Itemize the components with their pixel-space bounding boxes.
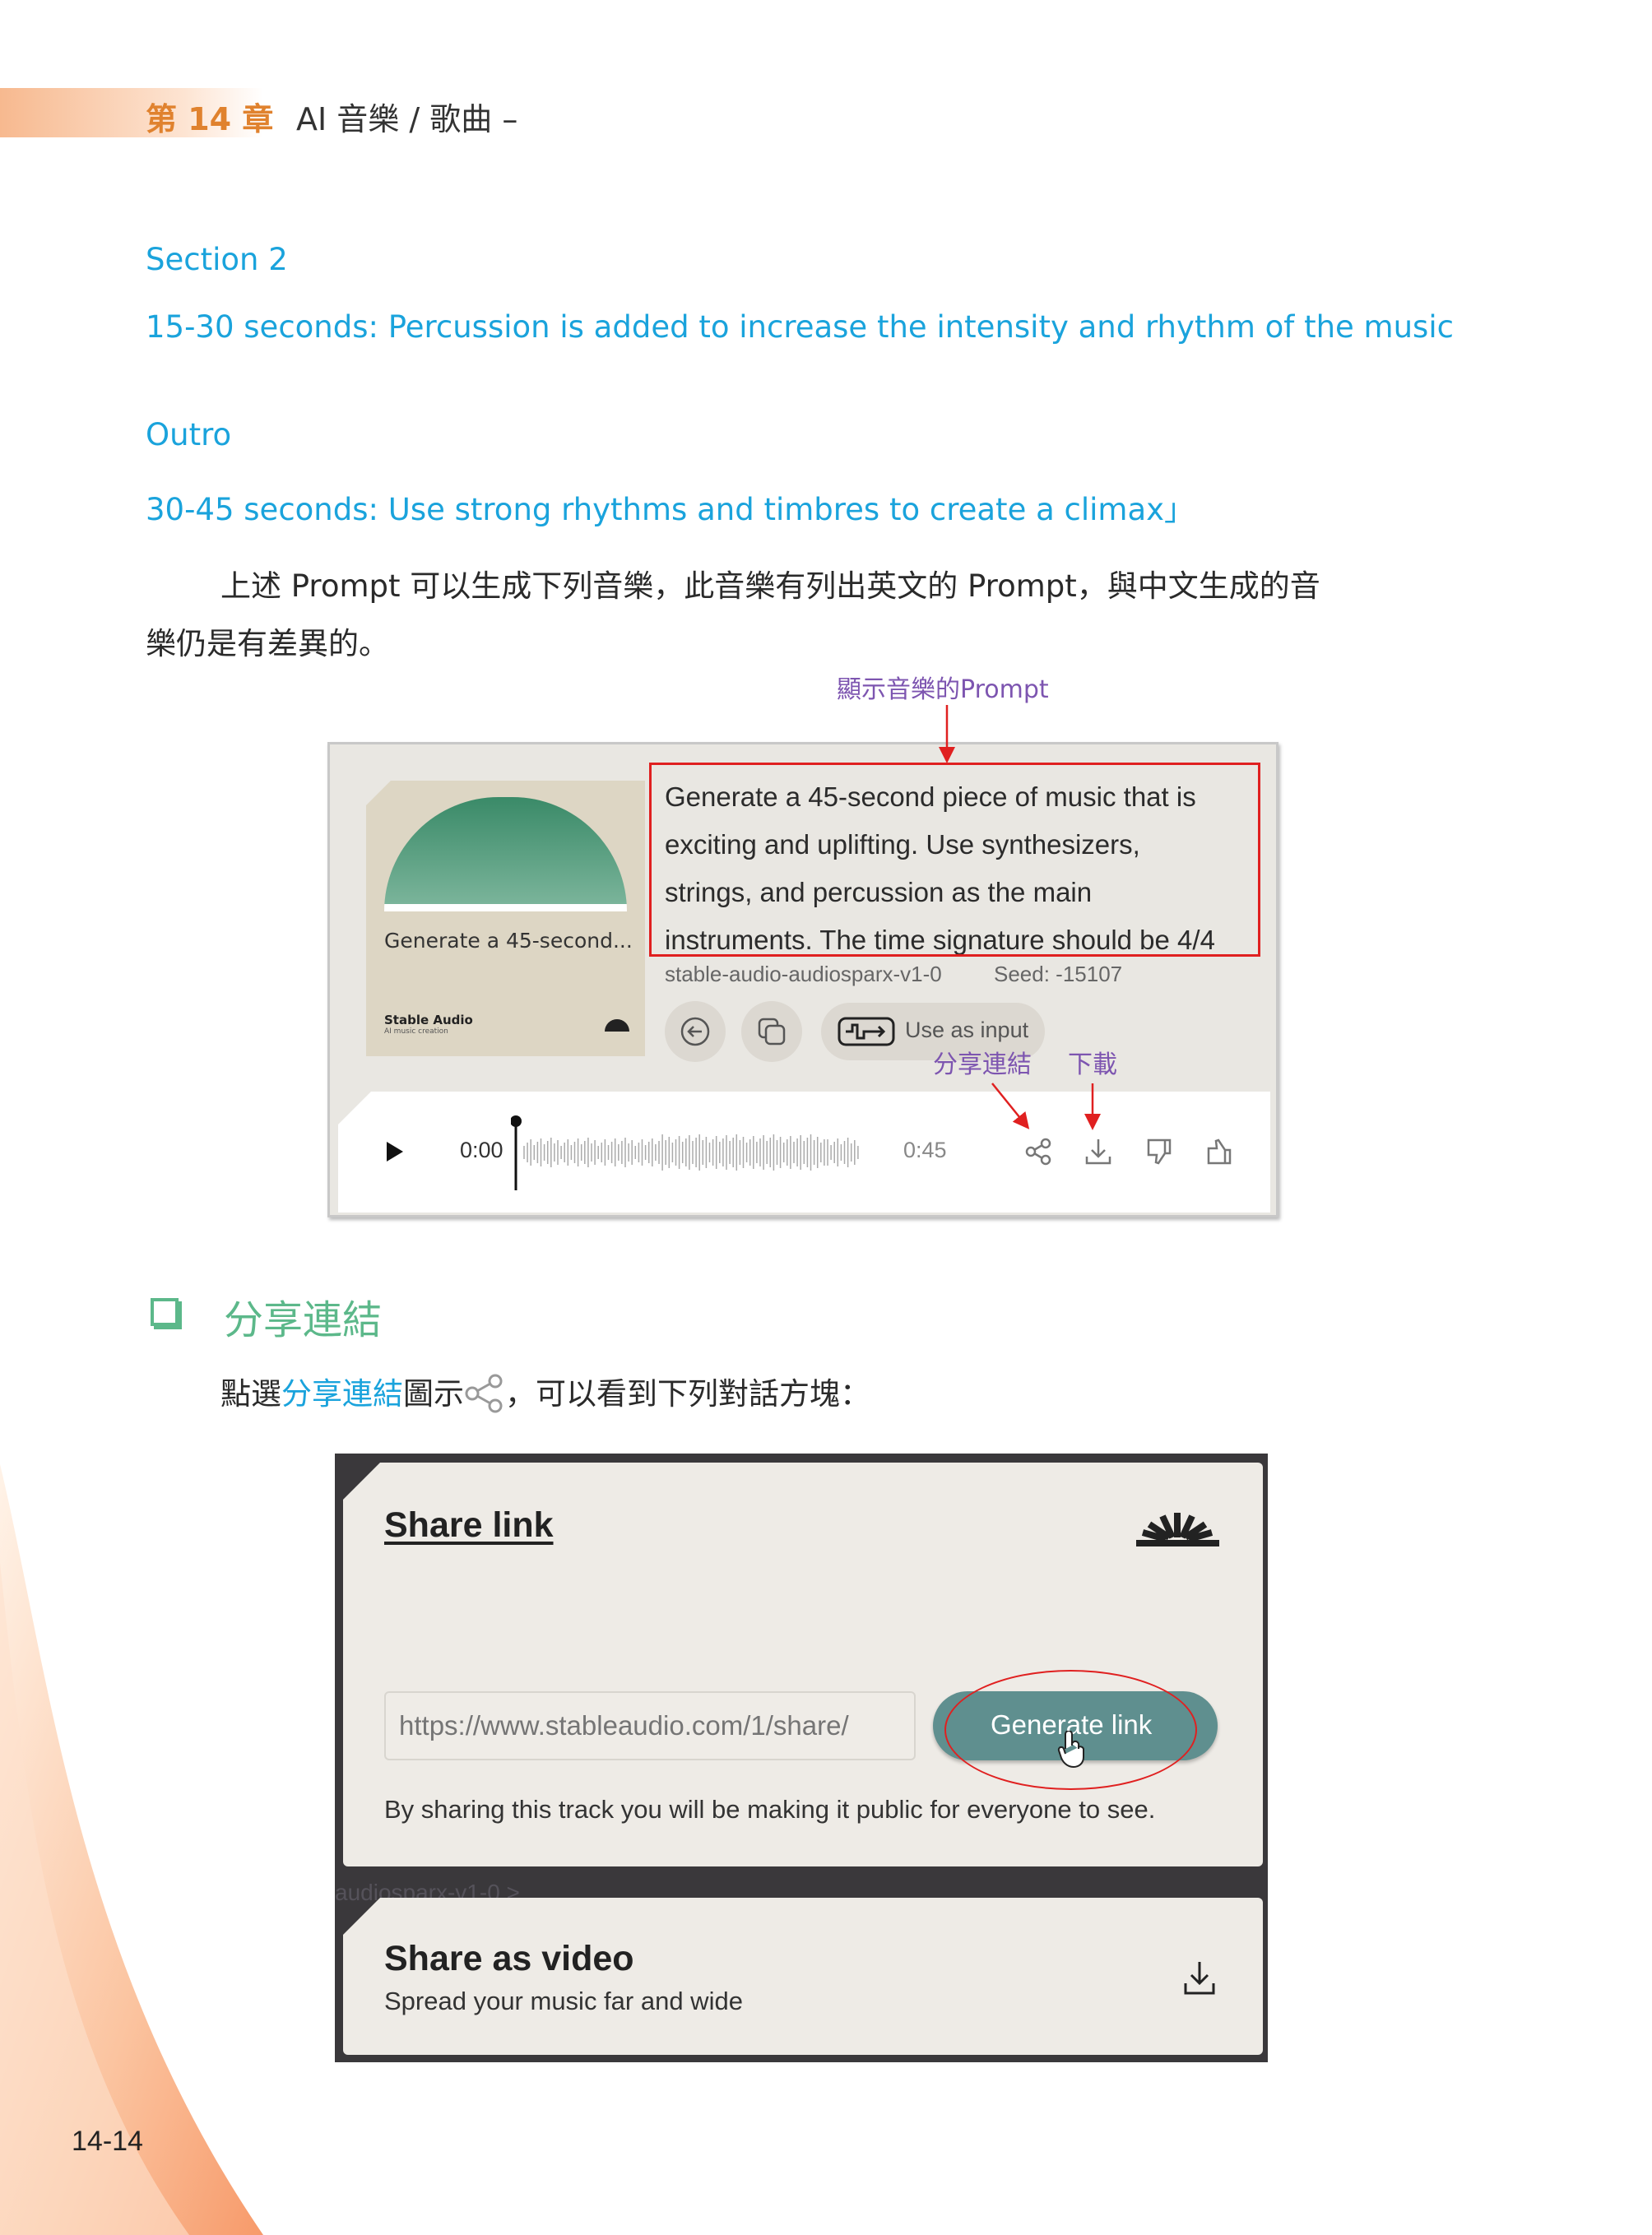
instruction-link: 分享連結	[281, 1376, 403, 1412]
download-icon[interactable]	[1183, 1960, 1216, 1996]
highlight-ellipse	[944, 1670, 1197, 1790]
instruction-after: 圖示	[403, 1376, 464, 1412]
share-video-subtitle: Spread your music far and wide	[384, 1987, 743, 2015]
section-heading: 分享連結	[224, 1297, 383, 1343]
share-note: By sharing this track you will be making…	[384, 1795, 1156, 1824]
page-number: 14-14	[72, 2126, 143, 2157]
corner-swoosh-decoration	[0, 1464, 263, 2235]
share-video-card[interactable]: Share as video Spread your music far and…	[343, 1898, 1263, 2055]
share-url-input[interactable]	[384, 1691, 916, 1760]
stable-audio-logo-icon	[1136, 1513, 1219, 1546]
share-link-card: Share link Generate link By sharing this…	[343, 1463, 1263, 1866]
share-dialog-screenshot: Share link Generate link By sharing this…	[335, 1454, 1268, 2062]
arrow-to-share	[991, 1083, 1030, 1129]
instruction-text: 點選分享連結圖示 ，可以看到下列對話方塊：	[220, 1369, 870, 1414]
share-video-title: Share as video	[384, 1939, 634, 1978]
instruction-rest: ，可以看到下列對話方塊：	[505, 1376, 870, 1412]
instruction-before: 點選	[220, 1376, 281, 1412]
checkbox-bullet-icon	[151, 1298, 179, 1326]
share-icon	[465, 1374, 503, 1413]
hand-cursor-icon	[1057, 1731, 1084, 1769]
share-link-title: Share link	[384, 1505, 554, 1545]
annotation-arrows	[939, 705, 1101, 1130]
